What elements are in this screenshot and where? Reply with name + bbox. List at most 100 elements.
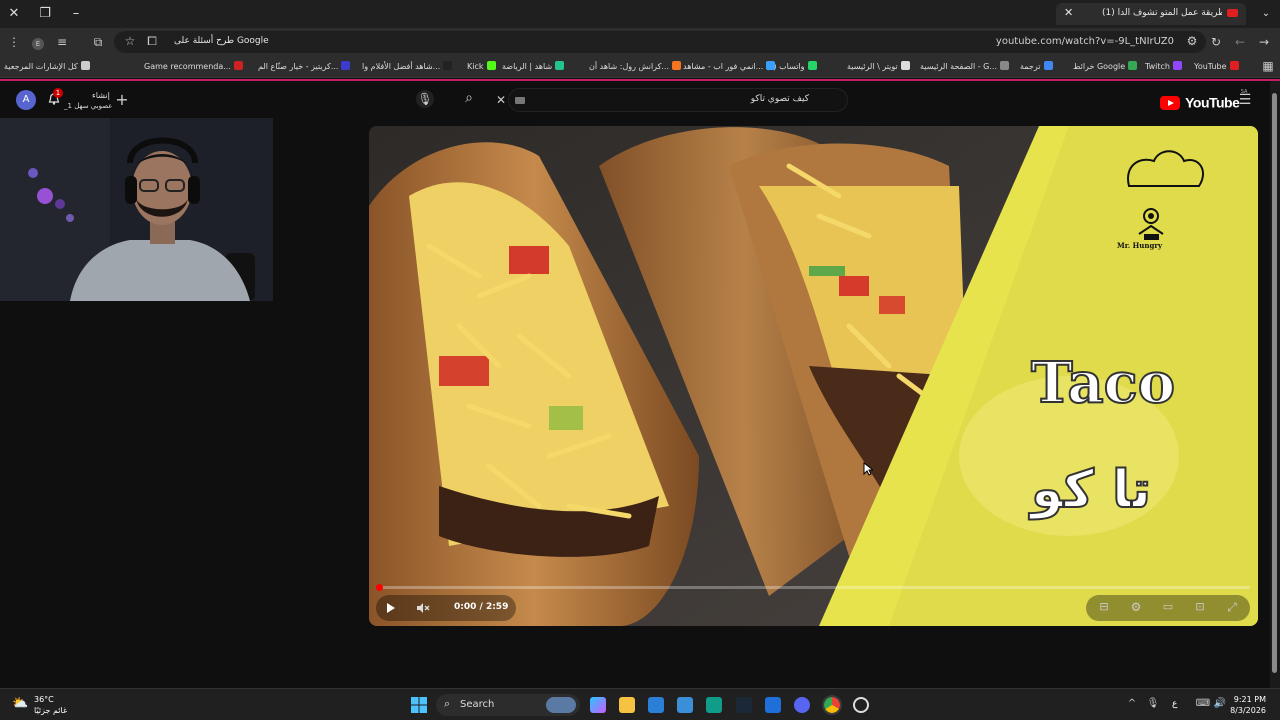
file-explorer-icon[interactable] xyxy=(619,697,635,713)
bookmark-item[interactable]: كل الإشارات المرجعية xyxy=(4,61,90,71)
cast-icon[interactable]: ⊡ xyxy=(1192,600,1208,613)
back-icon[interactable]: → xyxy=(1256,35,1272,49)
bookmark-item[interactable]: Kick xyxy=(467,61,496,71)
extensions-icon[interactable]: ⧉ xyxy=(90,35,106,50)
mouse-cursor-icon xyxy=(863,462,873,476)
microphone-icon[interactable]: 🎙 xyxy=(1145,698,1161,709)
system-clock[interactable]: 9:21 PM 8/3/2026 xyxy=(1230,694,1266,716)
scrollbar-thumb[interactable] xyxy=(1272,93,1277,673)
video-player[interactable]: Mr. Hungry Taco تا كو xyxy=(369,126,1258,626)
notifications-bell-icon[interactable]: 1 xyxy=(47,88,63,105)
bookmark-favicon-icon xyxy=(900,61,910,70)
page-scrollbar[interactable] xyxy=(1270,81,1280,688)
bookmark-item[interactable]: YouTube xyxy=(1194,61,1239,71)
video-progress-bar[interactable] xyxy=(376,584,1250,591)
clock-time: 9:21 PM xyxy=(1233,695,1266,704)
profile-icon[interactable]: E xyxy=(30,35,46,50)
theater-mode-icon[interactable]: ▭ xyxy=(1160,600,1176,613)
url-text[interactable]: youtube.com/watch?v=-9L_tNIrUZ0 xyxy=(996,36,1174,47)
site-settings-icon[interactable]: ⚙ xyxy=(1184,34,1200,48)
bookmark-item[interactable]: انمي فور اب - مشاهد... xyxy=(683,61,776,71)
bookmark-item[interactable]: شاهد | الرياضة xyxy=(502,61,565,71)
menu-kebab-icon[interactable]: ⋮ xyxy=(6,35,22,49)
fullscreen-icon[interactable]: ⤢ xyxy=(1224,600,1240,615)
bookmark-item[interactable]: Twitch xyxy=(1145,61,1182,71)
show-hidden-icons-icon[interactable]: ^ xyxy=(1124,698,1140,709)
notification-count-badge: 1 xyxy=(53,88,63,98)
create-button[interactable]: إنشاء xyxy=(92,91,110,100)
browser-tab[interactable]: ✕ (1) طريقة عمل المتو تشوف الدا... xyxy=(1056,3,1246,25)
bookmark-label: الصفحة الرئيسية - G... xyxy=(920,62,998,71)
clear-search-icon[interactable]: ✕ xyxy=(493,93,509,107)
input-language[interactable]: ع xyxy=(1172,699,1177,709)
apps-grid-icon[interactable]: ▦ xyxy=(1260,59,1276,73)
reload-icon[interactable]: ↻ xyxy=(1208,35,1224,49)
create-plus-icon[interactable]: + xyxy=(114,90,130,109)
bookmark-item[interactable]: كرانش رول: شاهد أن... xyxy=(589,61,682,71)
obs-icon[interactable] xyxy=(853,697,869,713)
volume-icon[interactable]: 🔊 xyxy=(1212,698,1228,709)
microsoft-store-icon[interactable] xyxy=(677,697,693,713)
network-icon[interactable]: ⌨ xyxy=(1195,698,1211,709)
discord-icon[interactable] xyxy=(794,697,810,713)
chrome-icon[interactable] xyxy=(822,695,842,715)
copilot-icon[interactable] xyxy=(590,697,606,713)
avatar[interactable]: A xyxy=(16,90,36,110)
minimize-window-icon[interactable]: – xyxy=(66,4,86,24)
bookmark-item[interactable]: كريتيز - خيار صنّاع الم... xyxy=(258,61,351,71)
bookmark-favicon-icon xyxy=(1229,61,1239,70)
bookmark-item[interactable]: تويتر \ الرئيسية xyxy=(847,61,910,71)
windows-start-icon[interactable] xyxy=(411,697,427,713)
bookmark-star-icon[interactable]: ☆ xyxy=(122,34,138,48)
tab-close-icon[interactable]: ✕ xyxy=(1064,6,1073,19)
youtube-logo[interactable]: YouTube SA xyxy=(1160,89,1247,111)
forward-icon[interactable]: ← xyxy=(1232,35,1248,49)
subtitles-icon[interactable]: ⊟ xyxy=(1096,600,1112,613)
bookmark-favicon-icon xyxy=(1043,61,1053,70)
time-display: 0:00 / 2:59 xyxy=(454,602,509,612)
bookmark-favicon-icon xyxy=(443,61,453,70)
search-input[interactable]: ✕ كيف تصوي تاكو xyxy=(496,88,848,112)
omnibox[interactable]: ☆ ⧠ طرح أسئلة على Google youtube.com/wat… xyxy=(114,31,1206,53)
bookmark-favicon-icon xyxy=(80,61,90,70)
weather-widget[interactable]: ⛅ 36°C غائم جزئيًا xyxy=(12,694,67,716)
bookmark-favicon-icon xyxy=(766,61,776,70)
close-window-icon[interactable]: ✕ xyxy=(4,4,24,24)
bookmark-item[interactable]: ترجمة xyxy=(1020,61,1053,71)
tab-search-icon[interactable]: ⌄ xyxy=(1256,4,1276,24)
bookmark-item[interactable]: Game recommenda... xyxy=(144,61,243,71)
muted-volume-icon[interactable] xyxy=(416,602,430,614)
search-highlight-icon xyxy=(546,697,576,713)
keyboard-icon[interactable] xyxy=(515,97,525,104)
bookmark-favicon-icon xyxy=(233,61,243,70)
settings-gear-icon[interactable]: ⚙ xyxy=(1128,600,1144,614)
bookmark-favicon-icon xyxy=(555,61,565,70)
youtube-header: ☰ YouTube SA 🎙 ⌕ ✕ كيف تصوي تاكو A 1 إنش… xyxy=(0,81,1270,119)
photos-icon[interactable] xyxy=(648,697,664,713)
player-controls-left: 0:00 / 2:59 xyxy=(376,595,516,621)
mail-icon[interactable] xyxy=(765,697,781,713)
bookmark-label: خرائط Google xyxy=(1073,62,1126,71)
play-icon[interactable] xyxy=(384,602,396,614)
search-icon[interactable]: ⌕ xyxy=(461,90,477,106)
bookmark-label: شاهد | الرياضة xyxy=(502,62,553,71)
video-title-ar: تا كو xyxy=(1030,459,1152,521)
address-toolbar: ⋮ E ≡ ⧉ ☆ ⧠ طرح أسئلة على Google youtube… xyxy=(0,28,1280,56)
bookmark-item[interactable]: شاهد أفضل الأفلام وا... xyxy=(362,61,453,71)
bookmark-label: Twitch xyxy=(1145,62,1170,71)
region-code: SA xyxy=(1240,89,1248,95)
reading-list-icon[interactable]: ≡ xyxy=(54,35,70,49)
weather-description: غائم جزئيًا xyxy=(34,706,68,715)
restore-window-icon[interactable]: ❐ xyxy=(35,4,55,24)
bookmark-label: ترجمة xyxy=(1020,62,1041,71)
voice-search-icon[interactable]: 🎙 xyxy=(416,90,434,108)
browser-title-bar: ✕ ❐ – + ✕ (1) طريقة عمل المتو تشوف الدا.… xyxy=(0,0,1280,28)
bookmark-item[interactable]: الصفحة الرئيسية - G... xyxy=(920,61,1010,71)
install-app-icon[interactable]: ⧠ xyxy=(144,34,160,49)
steam-icon[interactable] xyxy=(736,697,752,713)
taskbar-search[interactable]: ⌕ Search xyxy=(436,694,580,716)
streamer-webcam xyxy=(0,118,273,301)
ask-google-chip[interactable]: طرح أسئلة على Google xyxy=(174,36,269,46)
app-icon[interactable] xyxy=(706,697,722,713)
bookmark-item[interactable]: خرائط Google xyxy=(1073,61,1138,71)
